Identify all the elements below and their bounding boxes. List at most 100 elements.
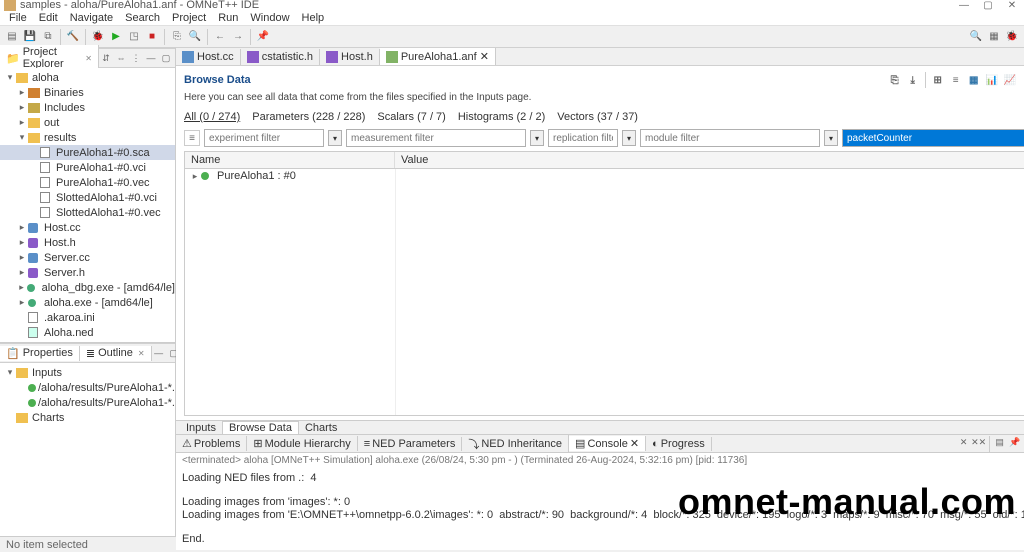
minimize-button[interactable]: — [956, 0, 972, 13]
persp-debug-icon[interactable]: 🐞 [1004, 29, 1020, 45]
profile-icon[interactable]: ◳ [126, 29, 142, 45]
open-type-icon[interactable]: ⎘ [169, 29, 185, 45]
chevron-down-icon[interactable]: ▾ [328, 130, 342, 146]
tree-file[interactable]: PureAloha1-#0.vec [0, 175, 175, 190]
debug-icon[interactable]: 🐞 [90, 29, 106, 45]
tree-file[interactable]: Aloha.ned [0, 325, 175, 340]
outline-item[interactable]: /aloha/results/PureAloha1-*.vec [0, 380, 175, 395]
project-tree[interactable]: ▾aloha ▸Binaries ▸Includes ▸out ▾results… [0, 68, 175, 342]
close-button[interactable]: ✕ [1004, 0, 1020, 13]
tab-ned-params[interactable]: ≡NED Parameters [358, 437, 463, 451]
tree-file[interactable]: ▸Server.h [0, 265, 175, 280]
close-icon[interactable]: ✕ [138, 349, 145, 358]
tree-view-icon[interactable]: ⊞ [930, 72, 946, 88]
tab-module-hierarchy[interactable]: ⊞Module Hierarchy [247, 436, 357, 451]
chevron-down-icon[interactable]: ▾ [622, 130, 636, 146]
editor-tab[interactable]: cstatistic.h [241, 49, 320, 65]
barchart-icon[interactable]: 📊 [984, 72, 1000, 88]
persp-sim-icon[interactable]: ▦ [986, 29, 1002, 45]
tree-folder[interactable]: ▸Binaries [0, 85, 175, 100]
tab-progress[interactable]: ◐Progress [646, 437, 712, 451]
forward-icon[interactable]: → [230, 29, 246, 45]
filter-toggle-icon[interactable]: ≡ [184, 130, 200, 146]
flat-view-icon[interactable]: ≡ [948, 72, 964, 88]
module-filter[interactable] [640, 129, 820, 147]
group-icon[interactable]: ▦ [966, 72, 982, 88]
console-output[interactable]: Loading NED files from .: 4 Loading imag… [176, 468, 1024, 550]
collapse-icon[interactable]: ⇵ [99, 51, 113, 65]
save-icon[interactable]: 💾 [22, 29, 38, 45]
outline-inputs[interactable]: ▾Inputs [0, 365, 175, 380]
tab-all[interactable]: All (0 / 274) [184, 111, 240, 123]
outline-tab[interactable]: ≣ Outline ✕ [80, 346, 152, 361]
maximize-button[interactable]: ▢ [980, 0, 996, 13]
tab-vectors[interactable]: Vectors (37 / 37) [557, 111, 638, 123]
saveall-icon[interactable]: ⧉ [40, 29, 56, 45]
tab-hist[interactable]: Histograms (2 / 2) [458, 111, 545, 123]
pin-icon[interactable]: 📌 [255, 29, 271, 45]
menu-search[interactable]: Search [120, 11, 165, 25]
close-icon[interactable]: ✕ [630, 437, 639, 450]
run-icon[interactable]: ▶ [108, 29, 124, 45]
copy-icon[interactable]: ⎘ [887, 72, 903, 88]
name-filter[interactable] [842, 129, 1024, 147]
tab-params[interactable]: Parameters (228 / 228) [252, 111, 365, 123]
filter-icon[interactable]: ⋮ [129, 51, 143, 65]
link-icon[interactable]: ⇔ [114, 51, 128, 65]
column-value[interactable]: Value [395, 152, 1024, 168]
tree-file[interactable]: ▸Host.cc [0, 220, 175, 235]
menu-window[interactable]: Window [245, 11, 294, 25]
tab-console[interactable]: ▤Console✕ [569, 436, 646, 451]
remove-launch-icon[interactable]: ✕✕ [972, 436, 986, 450]
tree-file[interactable]: ▸aloha.exe - [amd64/le] [0, 295, 175, 310]
tree-file[interactable]: PureAloha1-#0.vci [0, 160, 175, 175]
outline-item[interactable]: /aloha/results/PureAloha1-*.sca [0, 395, 175, 410]
maximize-view-icon[interactable]: ▢ [159, 51, 173, 65]
select-console-icon[interactable]: ▤ [993, 436, 1007, 450]
column-name[interactable]: Name [185, 152, 395, 168]
chevron-down-icon[interactable]: ▾ [530, 130, 544, 146]
close-icon[interactable]: ✕ [480, 50, 489, 63]
menu-file[interactable]: File [4, 11, 32, 25]
tree-file[interactable]: ▸Host.h [0, 235, 175, 250]
export-icon[interactable]: ⤓ [905, 72, 921, 88]
tree-project[interactable]: ▾aloha [0, 70, 175, 85]
clear-console-icon[interactable]: ✕ [957, 436, 971, 450]
new-icon[interactable]: ▤ [4, 29, 20, 45]
minimize-view-icon[interactable]: — [144, 51, 158, 65]
menu-navigate[interactable]: Navigate [65, 11, 118, 25]
tab-scalars[interactable]: Scalars (7 / 7) [377, 111, 445, 123]
menu-project[interactable]: Project [167, 11, 211, 25]
grid-row[interactable]: ▸ PureAloha1 : #0 [185, 169, 1024, 183]
experiment-filter[interactable] [204, 129, 324, 147]
tree-folder[interactable]: ▸Includes [0, 100, 175, 115]
editor-tab-active[interactable]: PureAloha1.anf✕ [380, 48, 496, 65]
tab-charts[interactable]: Charts [299, 422, 343, 434]
editor-tab[interactable]: Host.cc [176, 49, 241, 65]
tree-folder[interactable]: ▸out [0, 115, 175, 130]
properties-tab[interactable]: 📋 Properties [0, 346, 80, 361]
tree-file[interactable]: SlottedAloha1-#0.vci [0, 190, 175, 205]
tab-inputs[interactable]: Inputs [180, 422, 222, 434]
linechart-icon[interactable]: 📈 [1002, 72, 1018, 88]
tree-folder[interactable]: ▾results [0, 130, 175, 145]
tab-browse-data[interactable]: Browse Data [222, 421, 299, 434]
build-icon[interactable]: 🔨 [65, 29, 81, 45]
editor-tab[interactable]: Host.h [320, 49, 380, 65]
search-icon[interactable]: 🔍 [187, 29, 203, 45]
outline-tree[interactable]: ▾Inputs /aloha/results/PureAloha1-*.vec … [0, 363, 175, 536]
stop-icon[interactable]: ■ [144, 29, 160, 45]
menu-edit[interactable]: Edit [34, 11, 63, 25]
tree-file[interactable]: ▸Server.cc [0, 250, 175, 265]
hist-icon[interactable]: ⧯ [1020, 72, 1024, 88]
pin-console-icon[interactable]: 📌 [1008, 436, 1022, 450]
back-icon[interactable]: ← [212, 29, 228, 45]
measurement-filter[interactable] [346, 129, 526, 147]
tab-ned-inheritance[interactable]: ⤵NED Inheritance [462, 435, 569, 453]
minimize-view-icon[interactable]: — [152, 346, 166, 360]
menu-help[interactable]: Help [297, 11, 330, 25]
tab-problems[interactable]: ⚠Problems [176, 436, 247, 451]
tree-file[interactable]: SlottedAloha1-#0.vec [0, 205, 175, 220]
chevron-down-icon[interactable]: ▾ [824, 130, 838, 146]
outline-charts[interactable]: Charts [0, 410, 175, 425]
